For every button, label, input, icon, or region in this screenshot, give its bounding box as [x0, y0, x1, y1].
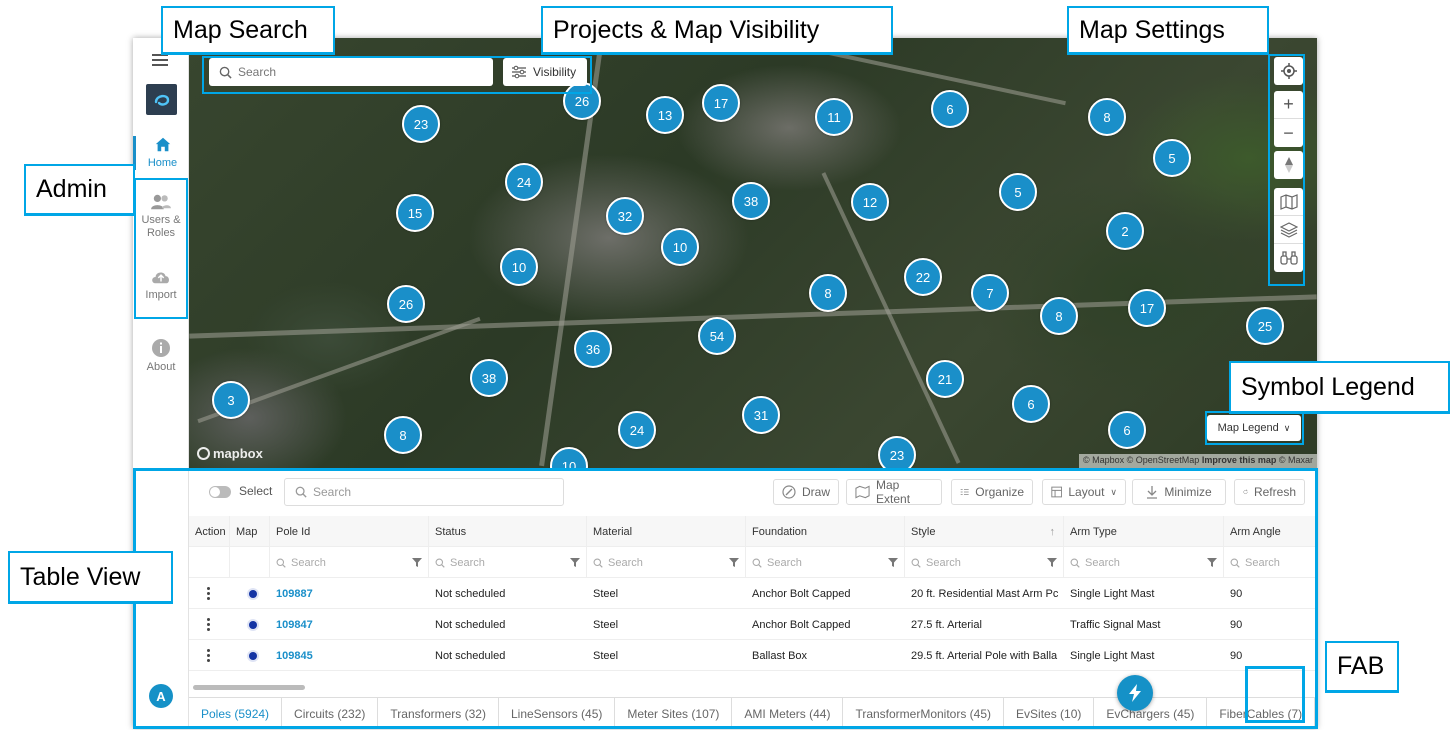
map-cluster-marker[interactable]: 12: [851, 183, 889, 221]
map-cluster-marker[interactable]: 25: [1246, 307, 1284, 345]
improve-map-link[interactable]: Improve this map: [1202, 455, 1277, 465]
callout-label-fab: FAB: [1325, 641, 1399, 693]
callout-box-map-settings: [1268, 54, 1305, 286]
map-cluster-marker[interactable]: 7: [971, 274, 1009, 312]
map-cluster-marker[interactable]: 13: [646, 96, 684, 134]
map-cluster-marker[interactable]: 3: [212, 381, 250, 419]
map-attribution: © Mapbox © OpenStreetMap Improve this ma…: [1078, 454, 1317, 468]
callout-label-map-search: Map Search: [161, 6, 335, 55]
map-cluster-marker[interactable]: 10: [661, 228, 699, 266]
map-cluster-marker[interactable]: 26: [387, 285, 425, 323]
map-cluster-marker[interactable]: 6: [1012, 385, 1050, 423]
logo-swirl-icon: [154, 94, 169, 106]
map-cluster-marker[interactable]: 24: [505, 163, 543, 201]
map-cluster-marker[interactable]: 10: [550, 447, 588, 468]
map-cluster-marker[interactable]: 21: [926, 360, 964, 398]
mapbox-mark-icon: [197, 447, 210, 460]
map-cluster-marker[interactable]: 24: [618, 411, 656, 449]
home-icon: [155, 137, 170, 152]
mapbox-wordmark: mapbox: [213, 446, 263, 461]
callout-label-table-view: Table View: [8, 551, 173, 604]
map-cluster-marker[interactable]: 17: [702, 84, 740, 122]
callout-box-fab: [1245, 666, 1305, 723]
callout-label-map-settings: Map Settings: [1067, 6, 1269, 55]
map-cluster-marker[interactable]: 23: [878, 436, 916, 468]
callout-label-symbol-legend: Symbol Legend: [1229, 361, 1450, 414]
map-cluster-marker[interactable]: 11: [815, 98, 853, 136]
mapbox-logo: mapbox: [197, 446, 263, 461]
sidebar-item-label: Home: [147, 157, 178, 169]
map-cluster-marker[interactable]: 8: [1040, 297, 1078, 335]
map-cluster-marker[interactable]: 5: [1153, 139, 1191, 177]
map-cluster-marker[interactable]: 36: [574, 330, 612, 368]
map-cluster-marker[interactable]: 22: [904, 258, 942, 296]
map-cluster-marker[interactable]: 10: [500, 248, 538, 286]
callout-box-table-view: [133, 468, 1318, 729]
map-cluster-marker[interactable]: 8: [809, 274, 847, 312]
map-cluster-marker[interactable]: 17: [1128, 289, 1166, 327]
callout-box-admin: [134, 178, 188, 319]
map-cluster-marker[interactable]: 15: [396, 194, 434, 232]
sidebar-item-label: About: [146, 361, 176, 373]
map-cluster-marker[interactable]: 8: [1088, 98, 1126, 136]
map-road: [821, 172, 961, 464]
map-cluster-marker[interactable]: 31: [742, 396, 780, 434]
map-cluster-marker[interactable]: 38: [732, 182, 770, 220]
callout-box-symbol-legend: [1205, 411, 1304, 445]
map-cluster-marker[interactable]: 54: [698, 317, 736, 355]
map-cluster-marker[interactable]: 6: [1108, 411, 1146, 449]
menu-icon[interactable]: [152, 54, 168, 66]
map-cluster-marker[interactable]: 2: [1106, 212, 1144, 250]
map-cluster-marker[interactable]: 6: [931, 90, 969, 128]
map-cluster-marker[interactable]: 38: [470, 359, 508, 397]
map-cluster-marker[interactable]: 8: [384, 416, 422, 454]
map-cluster-marker[interactable]: 32: [606, 197, 644, 235]
callout-label-projects-visibility: Projects & Map Visibility: [541, 6, 893, 55]
attribution-maxar: © Maxar: [1278, 455, 1313, 465]
attribution-text: © Mapbox © OpenStreetMap: [1082, 455, 1200, 465]
sidebar-item-about[interactable]: About: [133, 338, 189, 374]
map-view[interactable]: 23 26 13 17 11 6 8 5 24 15 32 38 12 5 2 10 10 22 7 8 8 17 26 54…: [189, 38, 1317, 468]
callout-label-admin: Admin: [24, 164, 135, 216]
map-cluster-marker[interactable]: 5: [999, 173, 1037, 211]
info-icon: [152, 339, 170, 357]
sidebar-item-home[interactable]: Home: [133, 136, 189, 170]
map-cluster-marker[interactable]: 23: [402, 105, 440, 143]
app-logo: [146, 84, 177, 115]
callout-box-search-visibility: [202, 56, 592, 94]
